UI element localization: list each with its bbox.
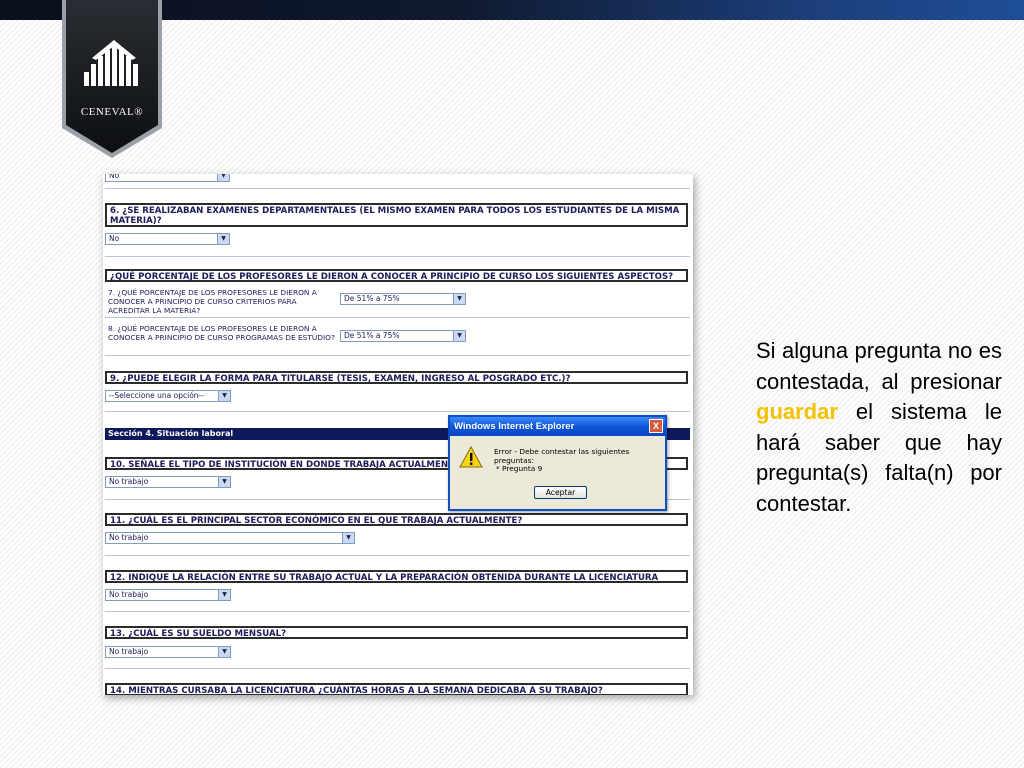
q9-select[interactable]: --Seleccione una opción-- ▼ bbox=[105, 390, 231, 402]
chevron-down-icon: ▼ bbox=[453, 331, 465, 341]
divider bbox=[105, 188, 690, 189]
q11-select[interactable]: No trabajo ▼ bbox=[105, 532, 355, 544]
chevron-down-icon: ▼ bbox=[217, 234, 229, 244]
previous-select[interactable]: No ▼ bbox=[105, 174, 230, 182]
divider bbox=[105, 668, 690, 669]
chevron-down-icon: ▼ bbox=[453, 294, 465, 304]
ceneval-logo: CENEVAL® bbox=[62, 0, 162, 158]
error-dialog: Windows Internet Explorer X Error - Debe… bbox=[448, 415, 667, 511]
question-14: 14. MIENTRAS CURSABA LA LICENCIATURA ¿CU… bbox=[105, 683, 688, 695]
logo-text: CENEVAL® bbox=[80, 106, 144, 118]
divider bbox=[105, 611, 690, 612]
divider bbox=[105, 256, 690, 257]
guardar-highlight: guardar bbox=[756, 399, 838, 424]
dialog-title: Windows Internet Explorer bbox=[454, 421, 575, 432]
q13-select[interactable]: No trabajo ▼ bbox=[105, 646, 231, 658]
chevron-down-icon: ▼ bbox=[218, 590, 230, 600]
chevron-down-icon: ▼ bbox=[218, 477, 230, 487]
divider bbox=[105, 355, 690, 356]
question-8: 8. ¿QUÉ PORCENTAJE DE LOS PROFESORES LE … bbox=[108, 324, 335, 342]
question-9: 9. ¿PUEDE ELEGIR LA FORMA PARA TITULARSE… bbox=[105, 371, 688, 384]
q8-select[interactable]: De 51% a 75% ▼ bbox=[340, 330, 466, 342]
question-7: 7. ¿QUÉ PORCENTAJE DE LOS PROFESORES LE … bbox=[108, 288, 317, 315]
q10-select[interactable]: No trabajo ▼ bbox=[105, 476, 231, 488]
question-group-header: ¿QUÉ PORCENTAJE DE LOS PROFESORES LE DIE… bbox=[105, 269, 688, 282]
dialog-message: Error - Debe contestar las siguientes pr… bbox=[494, 447, 630, 465]
question-6: 6. ¿SE REALIZABAN EXÁMENES DEPARTAMENTAL… bbox=[105, 203, 688, 227]
chevron-down-icon: ▼ bbox=[218, 647, 230, 657]
explanation-before: Si alguna pregunta no es contestada, al … bbox=[756, 338, 1002, 394]
q12-select[interactable]: No trabajo ▼ bbox=[105, 589, 231, 601]
divider bbox=[105, 411, 690, 412]
question-12: 12. INDIQUE LA RELACIÓN ENTRE SU TRABAJO… bbox=[105, 570, 688, 583]
close-icon[interactable]: X bbox=[649, 419, 663, 433]
divider bbox=[105, 555, 690, 556]
q7-select[interactable]: De 51% a 75% ▼ bbox=[340, 293, 466, 305]
accept-button[interactable]: Aceptar bbox=[534, 486, 587, 499]
chevron-down-icon: ▼ bbox=[218, 391, 230, 401]
chevron-down-icon: ▼ bbox=[342, 533, 354, 543]
chevron-down-icon: ▼ bbox=[217, 174, 229, 181]
q6-select[interactable]: No ▼ bbox=[105, 233, 230, 245]
warning-icon bbox=[459, 445, 483, 473]
explanation-text: Si alguna pregunta no es contestada, al … bbox=[756, 336, 1002, 519]
dialog-titlebar: Windows Internet Explorer X bbox=[450, 417, 665, 436]
divider bbox=[105, 317, 690, 318]
question-13: 13. ¿CUÁL ES SU SUELDO MENSUAL? bbox=[105, 626, 688, 639]
dialog-missing-item: * Pregunta 9 bbox=[496, 464, 543, 473]
question-11: 11. ¿CUÁL ES EL PRINCIPAL SECTOR ECONÓMI… bbox=[105, 513, 688, 526]
